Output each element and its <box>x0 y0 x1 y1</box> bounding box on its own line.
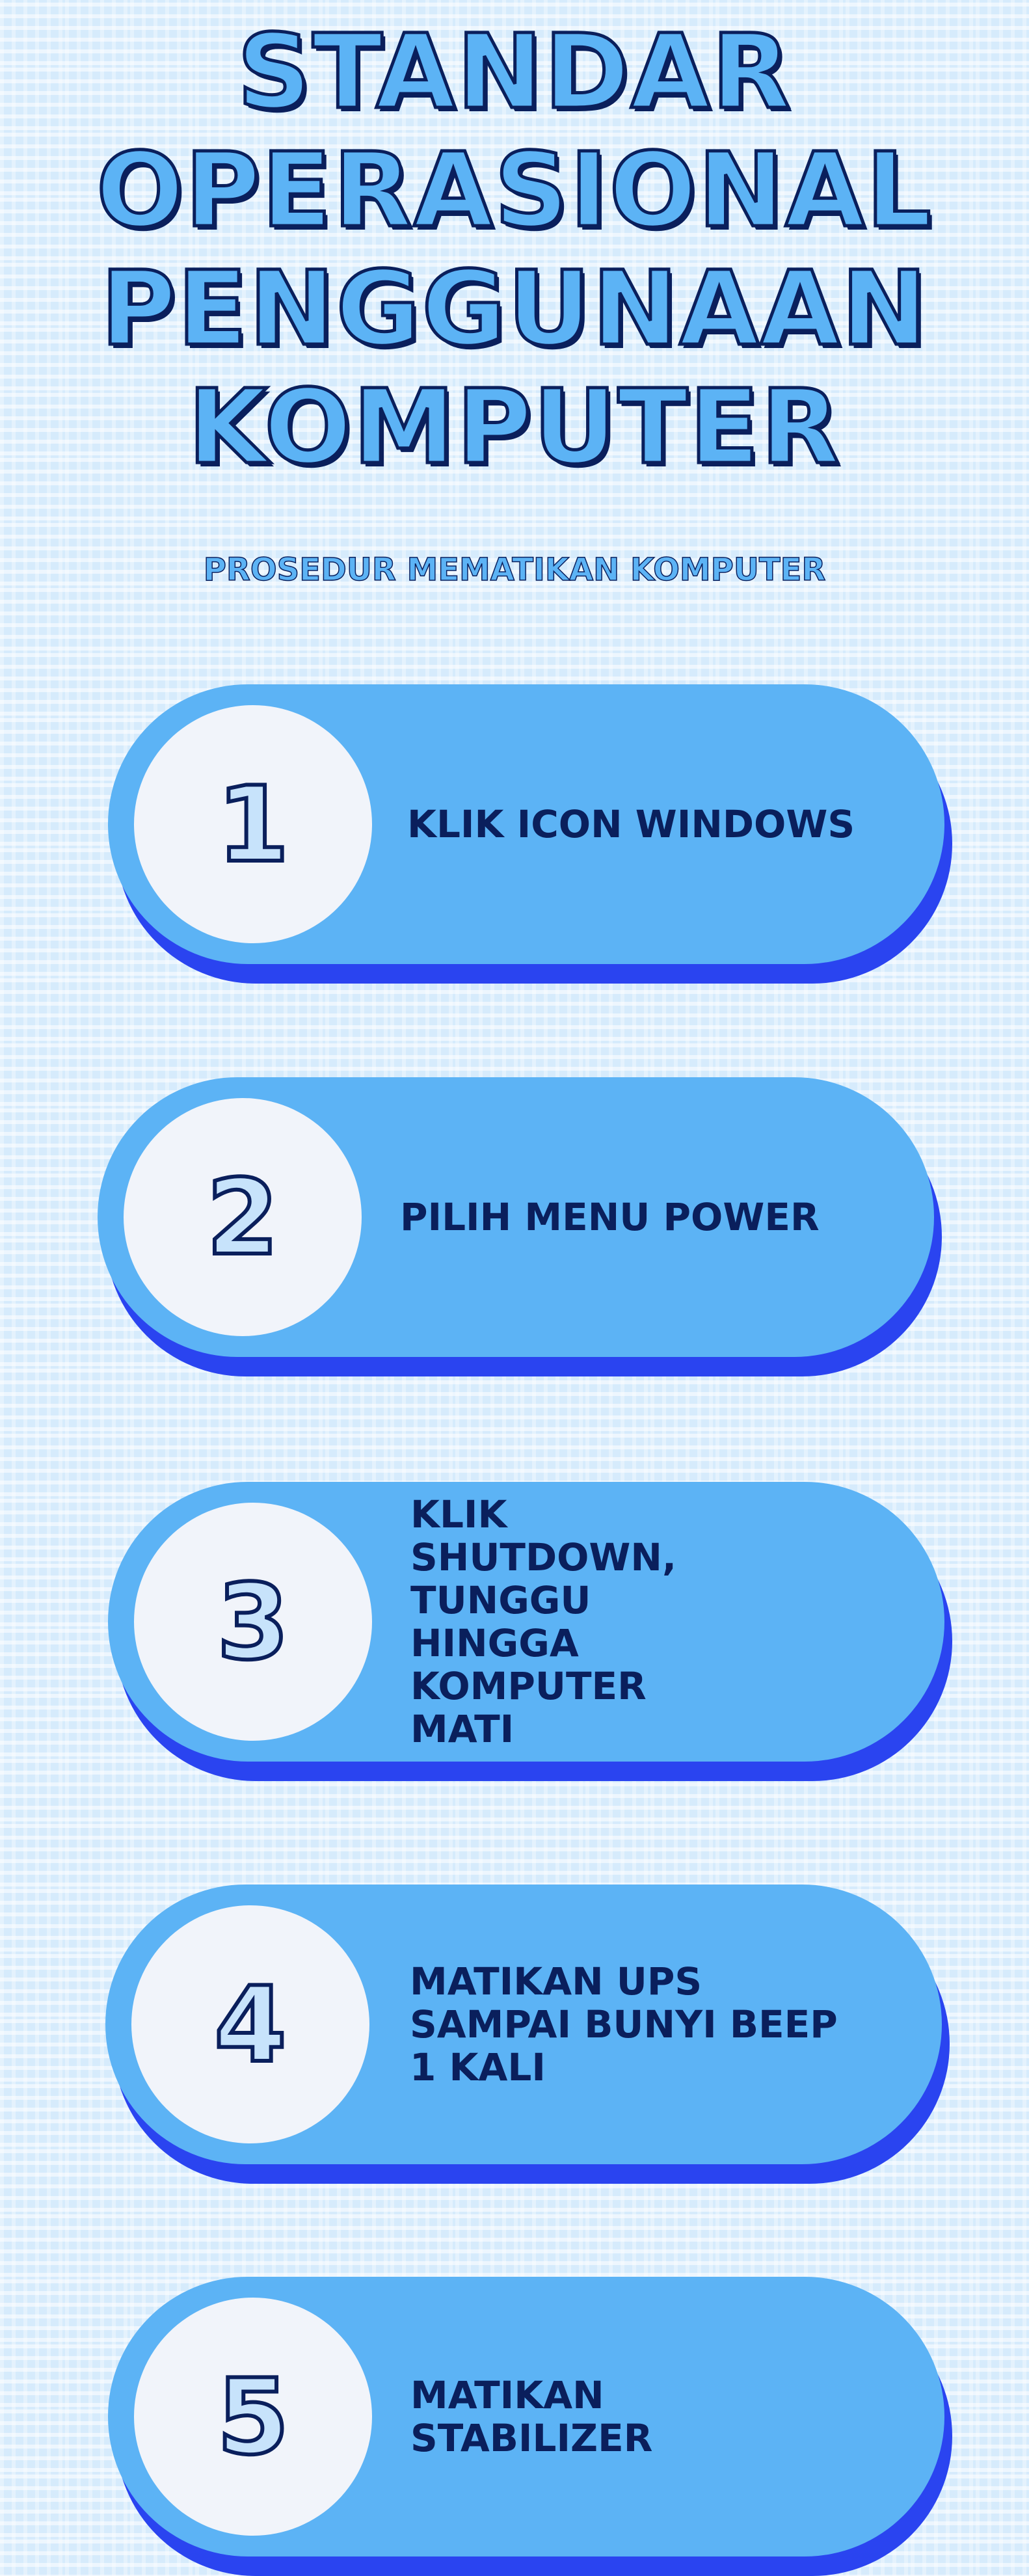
step-number-badge: 4 <box>131 1905 369 2143</box>
step-card-2: 2 PILIH MENU POWER <box>98 1077 942 1376</box>
step-card-3: 3 KLIK SHUTDOWN, TUNGGU HINGGA KOMPUTER … <box>108 1482 952 1781</box>
step-number-badge: 3 <box>134 1503 372 1741</box>
step-label: MATIKAN UPS SAMPAI BUNYI BEEP 1 KALI <box>410 1959 838 2089</box>
step-number: 2 <box>204 1155 280 1280</box>
step-card-5: 5 MATIKAN STABILIZER <box>108 2277 952 2576</box>
step-label: KLIK SHUTDOWN, TUNGGU HINGGA KOMPUTER MA… <box>410 1492 676 1751</box>
title-line-2: OPERASIONAL <box>94 130 933 252</box>
page-title: STANDAR OPERASIONAL PENGGUNAAN KOMPUTER <box>0 12 1029 489</box>
page-subtitle: PROSEDUR MEMATIKAN KOMPUTER <box>203 551 826 589</box>
step-number: 5 <box>215 2354 291 2480</box>
step-card-4: 4 MATIKAN UPS SAMPAI BUNYI BEEP 1 KALI <box>105 1885 950 2184</box>
step-number-badge: 1 <box>134 705 372 943</box>
step-card-1: 1 KLIK ICON WINDOWS <box>108 684 952 984</box>
title-line-1: STANDAR <box>235 12 792 133</box>
step-number-badge: 5 <box>134 2298 372 2536</box>
step-label: PILIH MENU POWER <box>400 1195 820 1239</box>
title-line-3: PENGGUNAAN <box>99 248 929 370</box>
step-number-badge: 2 <box>124 1098 362 1336</box>
step-label: KLIK ICON WINDOWS <box>407 802 855 846</box>
step-number: 1 <box>215 762 291 887</box>
step-number: 3 <box>215 1559 291 1685</box>
step-label: MATIKAN STABILIZER <box>410 2373 653 2460</box>
title-line-4: KOMPUTER <box>186 367 842 489</box>
step-number: 4 <box>212 1962 288 2087</box>
